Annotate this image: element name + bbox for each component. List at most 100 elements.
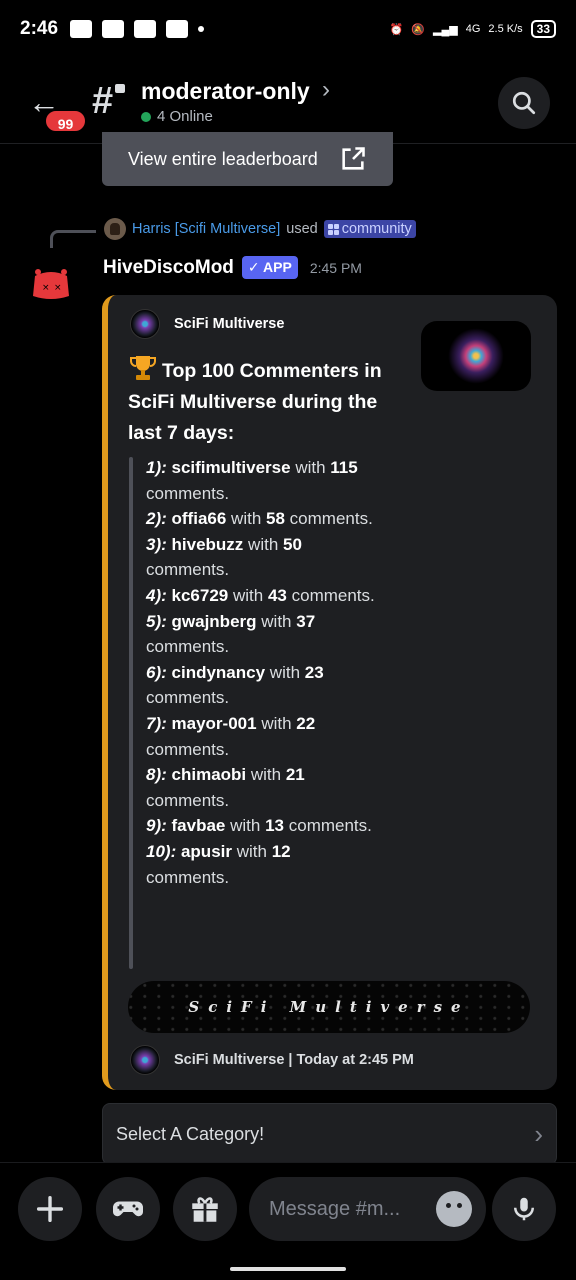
chevron-right-icon: ›: [534, 1118, 543, 1149]
gift-button[interactable]: [173, 1177, 237, 1241]
entry-with: with: [295, 458, 326, 477]
entry-comments: comments.: [146, 560, 230, 580]
activities-button[interactable]: [96, 1177, 160, 1241]
home-indicator[interactable]: [230, 1267, 346, 1271]
app-tag: ✓ APP: [241, 256, 298, 279]
external-link-icon: [342, 147, 365, 170]
leaderboard-entry: 5): gwajnberg with 37 comments.: [146, 609, 376, 660]
entry-user: kc6729: [171, 585, 229, 605]
entry-comments: comments.: [291, 585, 375, 605]
scifi-multiverse-logo-icon: [130, 309, 160, 339]
command-reply[interactable]: Harris [Scifi Multiverse] used community: [104, 218, 416, 240]
author-name[interactable]: HiveDiscoMod: [103, 257, 234, 279]
status-bar: 2:46 ⏰ 🔕 ▂▄▆ 4G 2.5 K/s 33: [0, 0, 576, 58]
embed-author-name: SciFi Multiverse: [174, 316, 285, 332]
emoji-icon[interactable]: [436, 1191, 472, 1227]
chevron-right-icon[interactable]: ›: [322, 76, 330, 104]
entry-with: with: [230, 816, 261, 836]
entry-count: 50: [283, 534, 302, 554]
entry-user: favbae: [171, 816, 226, 836]
scifi-multiverse-banner[interactable]: SciFi Multiverse: [128, 981, 530, 1033]
view-leaderboard-button[interactable]: View entire leaderboard: [102, 132, 393, 186]
entry-user: hivebuzz: [171, 534, 244, 554]
more-notifications-dot-icon: [198, 26, 205, 32]
entry-user: offia66: [171, 509, 227, 529]
entry-with: with: [231, 509, 262, 529]
entry-user: gwajnberg: [171, 611, 257, 631]
plus-icon: [36, 1195, 64, 1223]
composer-bar: Message #m...: [0, 1162, 576, 1280]
status-time: 2:46: [20, 18, 59, 39]
entry-comments: comments.: [146, 637, 230, 657]
leaderboard-entry: 2): offia66 with 58 comments.: [146, 506, 376, 532]
bot-avatar[interactable]: × ×: [29, 262, 73, 306]
svg-text:×: ×: [42, 283, 50, 293]
leaderboard-entry: 10): apusir with 12 comments.: [146, 839, 376, 890]
search-icon: [512, 91, 536, 115]
entry-count: 21: [285, 765, 305, 785]
entry-rank: 3):: [146, 534, 167, 554]
category-select[interactable]: Select A Category! ›: [102, 1103, 557, 1165]
replied-user-name[interactable]: Harris [Scifi Multiverse]: [132, 221, 280, 237]
embed-author: SciFi Multiverse: [130, 309, 284, 339]
network-speed: 2.5 K/s: [488, 23, 523, 35]
add-attachment-button[interactable]: [18, 1177, 82, 1241]
youtube-notification-icon: [134, 20, 157, 38]
message-input[interactable]: Message #m...: [249, 1177, 486, 1241]
voice-message-button[interactable]: [492, 1177, 556, 1241]
entry-rank: 8):: [146, 765, 167, 785]
entry-count: 23: [304, 662, 324, 682]
svg-text:×: ×: [54, 283, 62, 293]
entry-comments: comments.: [146, 790, 230, 810]
entry-comments: comments.: [146, 867, 230, 887]
leaderboard-entry: 7): mayor-001 with 22 comments.: [146, 711, 376, 762]
entry-user: apusir: [180, 841, 232, 861]
channel-name[interactable]: moderator-only: [141, 78, 310, 105]
embed-thumbnail[interactable]: [421, 321, 531, 391]
footer-logo-icon: [130, 1045, 160, 1075]
entry-count: 58: [266, 509, 285, 529]
alarm-icon: ⏰: [389, 23, 404, 36]
app-command-icon: [327, 223, 339, 235]
leaderboard-entry: 6): cindynancy with 23 comments.: [146, 660, 376, 711]
view-leaderboard-label: View entire leaderboard: [128, 148, 318, 169]
entry-rank: 6):: [146, 662, 167, 682]
microphone-icon: [514, 1197, 534, 1221]
entry-count: 37: [296, 611, 316, 631]
leaderboard-list: 1): scifimultiverse with 115 comments. 2)…: [146, 455, 376, 890]
search-button[interactable]: [498, 77, 550, 129]
embed-footer-text: SciFi Multiverse | Today at 2:45 PM: [174, 1052, 414, 1068]
entry-rank: 4):: [146, 585, 167, 605]
embed-footer: SciFi Multiverse | Today at 2:45 PM: [130, 1045, 414, 1075]
message-time: 2:45 PM: [309, 259, 362, 276]
embed-title-text: Top 100 Commenters in SciFi Multiverse d…: [128, 360, 382, 444]
private-channel-hash-icon: #: [92, 80, 114, 122]
entry-comments: comments.: [146, 688, 230, 708]
entry-comments: comments.: [289, 509, 373, 529]
online-count: 4 Online: [141, 108, 213, 125]
leaderboard-entry: 9): favbae with 13 comments.: [146, 813, 376, 839]
leaderboard-entry: 3): hivebuzz with 50 comments.: [146, 532, 376, 583]
entry-with: with: [261, 611, 292, 631]
gift-icon: [192, 1197, 218, 1222]
discord-notification-icon: [70, 20, 93, 38]
signal-icon: ▂▄▆: [432, 23, 458, 36]
entry-with: with: [248, 534, 279, 554]
entry-rank: 7):: [146, 713, 167, 733]
entry-with: with: [250, 765, 282, 785]
replied-user-avatar: [104, 218, 126, 240]
add-user-notification-icon: [102, 20, 125, 38]
app-notification-icon: [166, 20, 189, 38]
message-header: HiveDiscoMod ✓ APP 2:45 PM: [103, 256, 362, 279]
entry-with: with: [261, 713, 292, 733]
entry-comments: comments.: [288, 816, 372, 836]
entry-rank: 5):: [146, 611, 167, 631]
command-name: community: [341, 221, 412, 237]
blockquote-bar: [129, 457, 133, 969]
embed-title: Top 100 Commenters in SciFi Multiverse d…: [128, 353, 408, 449]
used-text: used: [286, 221, 318, 237]
slash-command-pill[interactable]: community: [323, 220, 416, 238]
battery-icon: 33: [530, 20, 556, 38]
entry-user: mayor-001: [171, 713, 257, 733]
category-select-placeholder: Select A Category!: [116, 1123, 265, 1144]
